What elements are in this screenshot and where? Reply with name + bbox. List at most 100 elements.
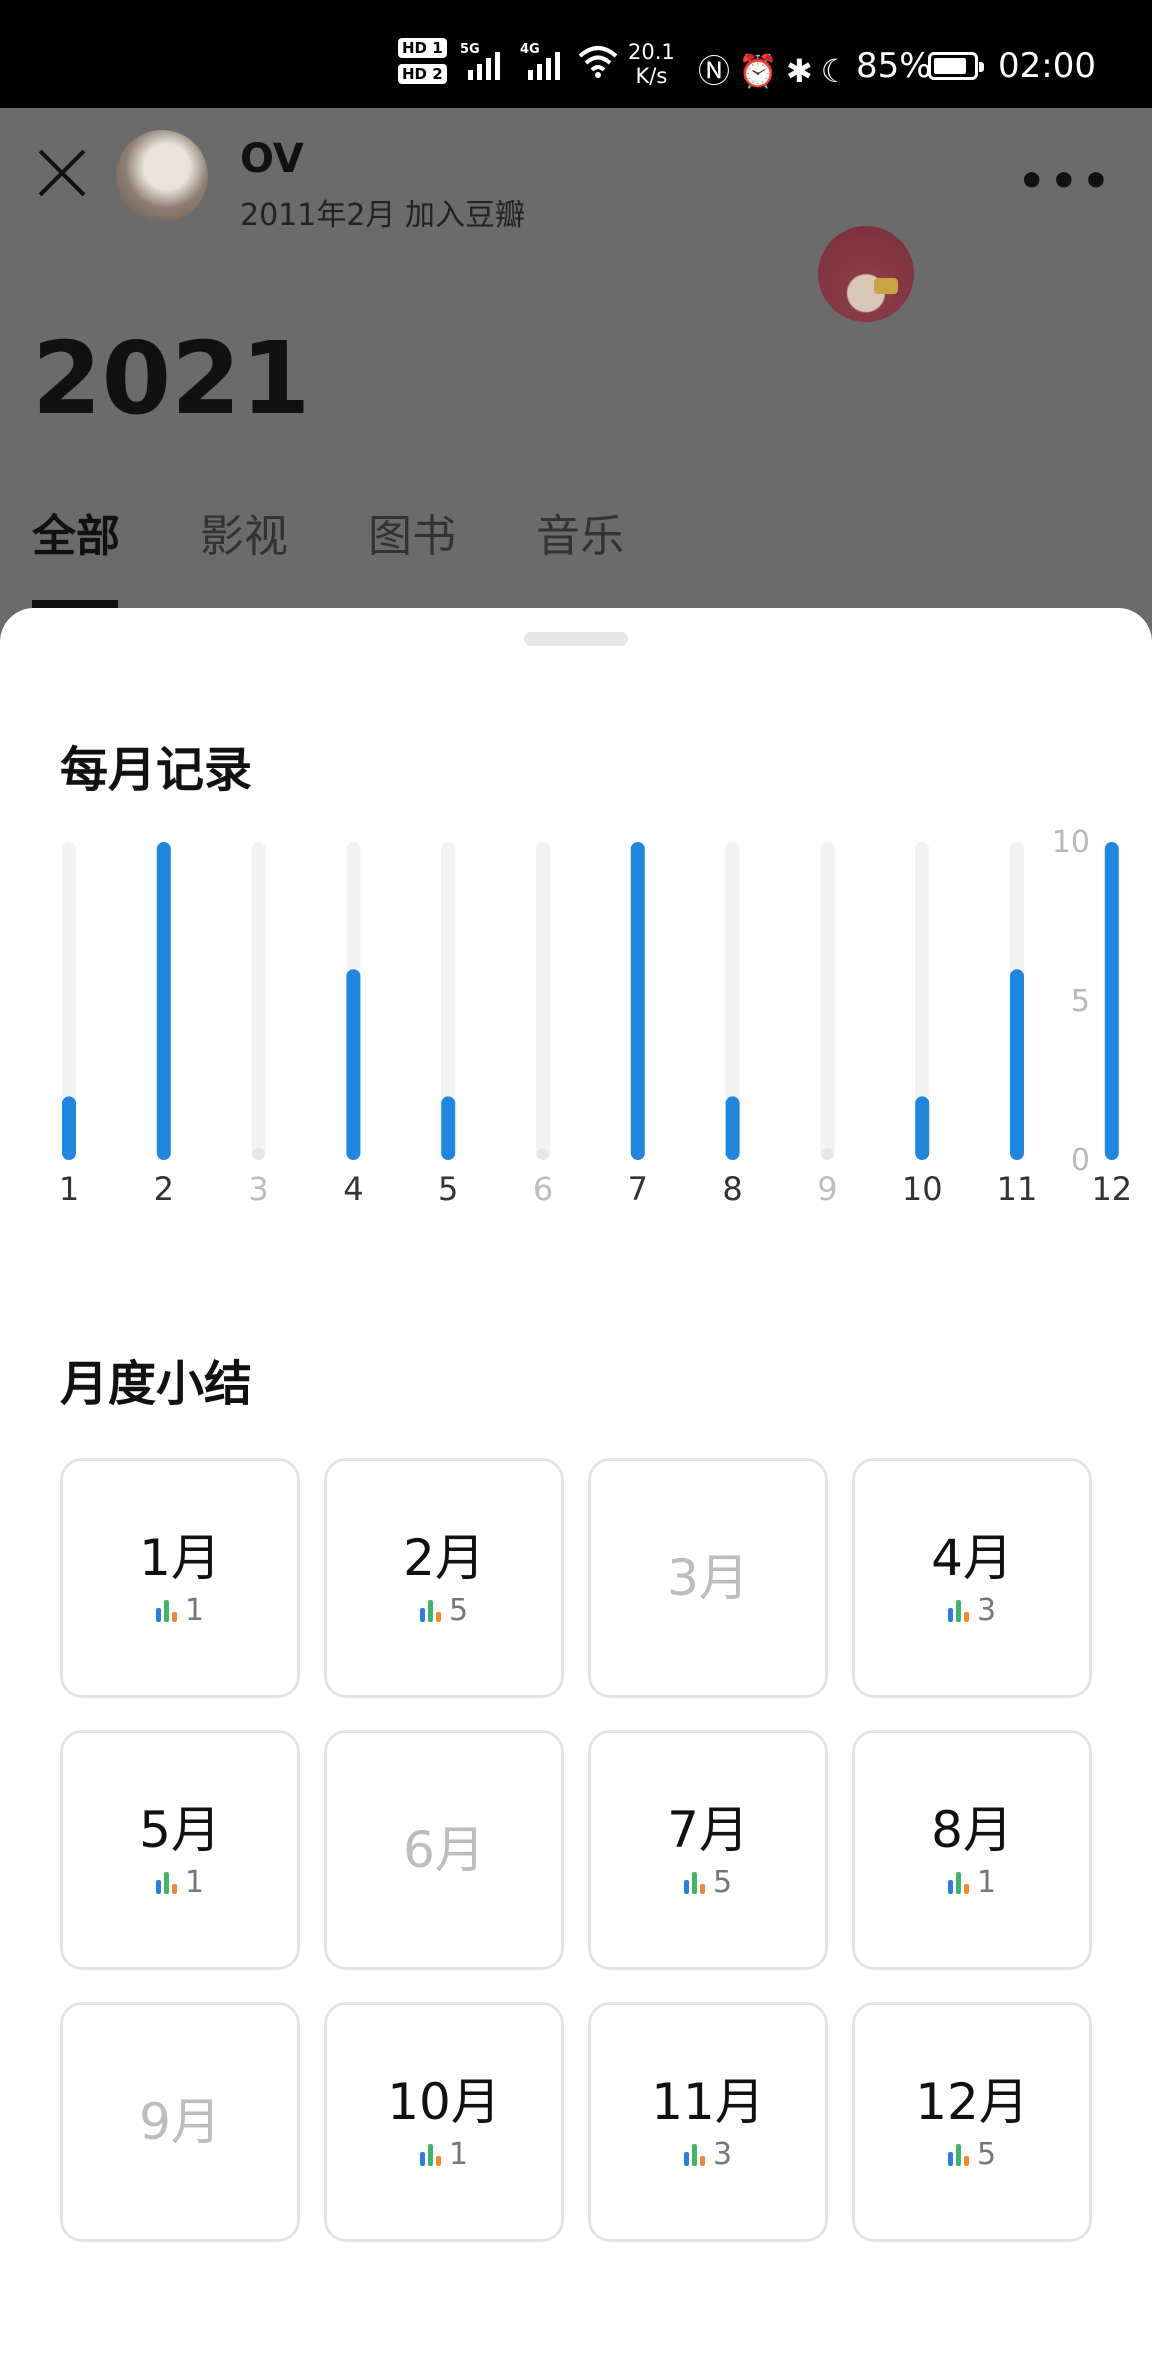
month-count-value: 1: [184, 1592, 205, 1628]
month-card[interactable]: 11月 3: [588, 2002, 828, 2242]
more-icon[interactable]: •••: [1018, 160, 1114, 204]
month-label: 4月: [931, 1528, 1013, 1587]
net1-label: 5G: [460, 42, 480, 57]
month-card[interactable]: 2月 5: [324, 1458, 564, 1698]
speed-unit: K/s: [635, 64, 668, 88]
x-tick-label: 11: [997, 1170, 1038, 1208]
x-tick-label: 8: [722, 1170, 742, 1208]
bar-4[interactable]: [346, 969, 361, 1160]
monthly-bar-chart: 1 2 3 4 5 6 7 8 9 10 11 120510: [59, 825, 1132, 1208]
y-tick-label: 10: [1052, 825, 1090, 860]
active-tab-indicator: [32, 600, 118, 608]
month-label: 12月: [915, 2072, 1029, 2131]
join-date: 2011年2月 加入豆瓣: [240, 198, 525, 233]
month-count-value: 1: [976, 1864, 997, 1900]
month-count-value: 3: [712, 2136, 733, 2172]
month-count: 5: [419, 1592, 469, 1628]
alarm-icon: ⏰: [738, 52, 786, 90]
tab-books[interactable]: 图书: [368, 500, 456, 564]
bar-1[interactable]: [62, 1096, 76, 1160]
x-tick-label: 9: [817, 1170, 837, 1208]
monthly-summary-title: 月度小结: [60, 1356, 253, 1412]
nfc-icon: Ⓝ: [698, 52, 739, 90]
x-tick-label: 2: [154, 1170, 174, 1208]
x-tick-label: 10: [902, 1170, 943, 1208]
mini-bar-chart-icon: [419, 2143, 441, 2166]
signal-4g-icon: 4G: [520, 42, 560, 80]
y-tick-label: 0: [1071, 1143, 1090, 1178]
month-count: 3: [683, 2136, 733, 2172]
month-count-value: 3: [976, 1592, 997, 1628]
bar-2[interactable]: [156, 842, 171, 1160]
year-title: 2021: [32, 320, 311, 437]
month-card[interactable]: 7月 5: [588, 1730, 828, 1970]
x-tick-label: 6: [533, 1170, 553, 1208]
tab-all[interactable]: 全部: [32, 500, 120, 564]
month-card: 6月: [324, 1730, 564, 1970]
network-speed: 20.1 K/s: [628, 40, 675, 88]
month-card: 9月: [60, 2002, 300, 2242]
month-card: 3月: [588, 1458, 828, 1698]
month-count-value: 1: [184, 1864, 205, 1900]
bar-empty-9: [821, 1148, 834, 1160]
month-count: 5: [683, 1864, 733, 1900]
y-tick-label: 5: [1071, 984, 1090, 1019]
month-label: 10月: [387, 2072, 501, 2131]
month-label: 8月: [931, 1800, 1013, 1859]
month-label: 7月: [667, 1800, 749, 1859]
mini-bar-chart-icon: [419, 1599, 441, 1622]
month-label: 11月: [651, 2072, 765, 2131]
signal-5g-icon: 5G: [460, 42, 500, 80]
bar-12[interactable]: [1104, 842, 1119, 1160]
month-label: 3月: [667, 1549, 749, 1607]
battery-percent: 85%: [856, 46, 932, 86]
mini-bar-chart-icon: [947, 2143, 969, 2166]
month-count: 5: [947, 2136, 997, 2172]
bar-5[interactable]: [441, 1096, 456, 1160]
mini-bar-chart-icon: [947, 1599, 969, 1622]
hd-indicator: HD 1 HD 2: [398, 38, 447, 90]
status-bar: HD 1 HD 2 5G 4G 20.1 K/s Ⓝ⏰✱☾ 85% 02:00: [0, 0, 1152, 108]
month-card[interactable]: 5月 1: [60, 1730, 300, 1970]
bar-track-9: [820, 842, 835, 1160]
hd1-badge: HD 1: [398, 38, 447, 58]
mini-bar-chart-icon: [947, 1871, 969, 1894]
month-card[interactable]: 1月 1: [60, 1458, 300, 1698]
moon-icon: ☾: [820, 52, 858, 90]
month-count-value: 5: [448, 1592, 469, 1628]
x-tick-label: 5: [438, 1170, 458, 1208]
mini-bar-chart-icon: [683, 1871, 705, 1894]
tab-music[interactable]: 音乐: [536, 500, 624, 564]
month-label: 6月: [403, 1821, 485, 1879]
username: OV: [240, 136, 304, 182]
bottom-sheet: 每月记录 1 2 3 4 5 6 7 8 9 10 11 12 0 5 10 月度小结 1月 1 2月 5 3月 4月…: [0, 608, 1152, 2376]
month-count: 3: [947, 1592, 997, 1628]
month-count-value: 1: [448, 2136, 469, 2172]
avatar[interactable]: [116, 130, 208, 222]
bar-empty-3: [252, 1148, 265, 1160]
bar-10[interactable]: [915, 1096, 930, 1160]
bar-8[interactable]: [725, 1096, 740, 1160]
bar-11[interactable]: [1010, 969, 1024, 1160]
month-label: 2月: [403, 1528, 485, 1587]
bluetooth-icon: ✱: [785, 52, 821, 90]
month-count: 1: [419, 2136, 469, 2172]
bird-sticker-icon: [818, 226, 914, 322]
bar-track-3: [251, 842, 266, 1160]
battery-fill: [934, 58, 967, 74]
tab-film[interactable]: 影视: [200, 500, 288, 564]
month-count-value: 5: [712, 1864, 733, 1900]
month-count-value: 5: [976, 2136, 997, 2172]
x-tick-label: 3: [248, 1170, 268, 1208]
month-label: 1月: [139, 1528, 221, 1587]
month-card[interactable]: 8月 1: [852, 1730, 1092, 1970]
close-icon[interactable]: [36, 146, 88, 198]
background-page: OV 2011年2月 加入豆瓣 ••• 2021 全部 影视 图书 音乐: [0, 108, 1152, 628]
bar-track-6: [536, 842, 550, 1160]
month-label: 5月: [139, 1800, 221, 1859]
month-card[interactable]: 12月 5: [852, 2002, 1092, 2242]
month-card[interactable]: 10月 1: [324, 2002, 564, 2242]
wifi-icon: [578, 44, 618, 87]
month-card[interactable]: 4月 3: [852, 1458, 1092, 1698]
bar-7[interactable]: [630, 842, 645, 1160]
